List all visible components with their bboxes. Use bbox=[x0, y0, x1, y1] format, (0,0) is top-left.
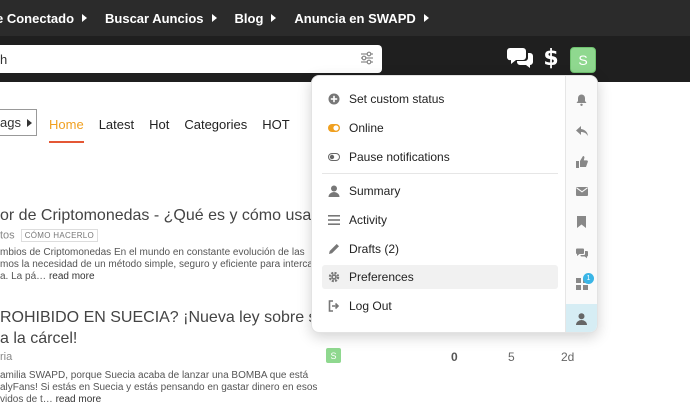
tab-hot[interactable]: Hot bbox=[149, 109, 169, 143]
menu-item-log-out[interactable]: Log Out bbox=[322, 294, 558, 318]
menu-item-label: Activity bbox=[349, 213, 388, 227]
nav-item-blog[interactable]: Blog bbox=[235, 11, 287, 26]
plus-circle-icon bbox=[328, 93, 340, 105]
topic-views: 5 bbox=[508, 350, 515, 364]
nav-item-anuncia[interactable]: Anuncia en SWAPD bbox=[294, 11, 438, 26]
excerpt-line: amilia SWAPD, porque Suecia acaba de lan… bbox=[0, 370, 309, 381]
dollar-icon[interactable]: $ bbox=[543, 44, 559, 70]
pencil-icon bbox=[328, 243, 340, 255]
menu-item-label: Set custom status bbox=[349, 92, 445, 106]
topic-title-line[interactable]: ROHIBIDO EN SUECIA? ¡Nueva ley sobre sex… bbox=[0, 309, 342, 327]
nav-item-label: Blog bbox=[234, 10, 264, 26]
notification-count-badge: 1 bbox=[583, 273, 594, 284]
menu-item-label: Online bbox=[349, 121, 384, 135]
list-icon bbox=[328, 214, 340, 226]
nav-item-label: Anuncia en SWAPD bbox=[294, 10, 416, 26]
envelope-icon[interactable] bbox=[575, 185, 588, 198]
topic-excerpt: mbios de Criptomonedas En el mundo en co… bbox=[0, 247, 338, 283]
tab-latest[interactable]: Latest bbox=[99, 109, 134, 143]
caret-right-icon bbox=[211, 14, 217, 22]
tags-dropdown[interactable]: ags bbox=[0, 109, 37, 136]
avatar-letter: S bbox=[578, 52, 588, 68]
search-input-value: h bbox=[0, 51, 8, 67]
tab-home[interactable]: Home bbox=[49, 109, 84, 143]
read-more-link[interactable]: read more bbox=[49, 271, 95, 282]
menu-item-drafts[interactable]: Drafts (2) bbox=[322, 237, 558, 261]
nav-item-conectado[interactable]: e Conectado bbox=[0, 11, 97, 26]
bell-icon[interactable] bbox=[575, 93, 588, 106]
caret-right-icon bbox=[82, 14, 88, 22]
bookmark-icon[interactable] bbox=[575, 215, 588, 228]
menu-item-set-custom-status[interactable]: Set custom status bbox=[322, 87, 558, 111]
user-avatar-button[interactable]: S bbox=[570, 47, 596, 73]
nav-item-label: Buscar Auncios bbox=[105, 10, 204, 26]
tab-categories[interactable]: Categories bbox=[184, 109, 247, 143]
menu-item-label: Summary bbox=[349, 184, 401, 198]
topic-excerpt: amilia SWAPD, porque Suecia acaba de lan… bbox=[0, 370, 317, 404]
tab-label: Latest bbox=[98, 117, 135, 132]
menu-item-summary[interactable]: Summary bbox=[322, 179, 558, 203]
tags-dropdown-label: ags bbox=[0, 115, 21, 130]
excerpt-line: a. La pá… bbox=[0, 271, 47, 282]
user-menu: Set custom status Online Pause notificat… bbox=[311, 75, 598, 333]
menu-item-pause-notifications[interactable]: Pause notifications bbox=[322, 145, 558, 169]
nav-item-buscar-auncios[interactable]: Buscar Auncios bbox=[105, 11, 227, 26]
reply-icon[interactable] bbox=[575, 124, 588, 137]
menu-item-label: Log Out bbox=[349, 299, 392, 313]
search-input[interactable]: h bbox=[0, 45, 382, 73]
menu-item-preferences[interactable]: Preferences bbox=[322, 265, 558, 289]
poster-avatar-letter: S bbox=[330, 350, 337, 361]
toggle-off-icon bbox=[328, 151, 340, 163]
topic-title[interactable]: or de Criptomonedas - ¿Qué es y cómo usa… bbox=[0, 207, 338, 225]
topic-tabs: Home Latest Hot Categories HOT bbox=[49, 109, 305, 143]
menu-item-label: Drafts (2) bbox=[349, 242, 400, 256]
menu-item-online[interactable]: Online bbox=[322, 116, 558, 140]
top-navigation: e Conectado Buscar Auncios Blog Anuncia … bbox=[0, 0, 690, 36]
user-icon[interactable] bbox=[575, 312, 588, 325]
topic-tag[interactable]: CÓMO HACERLO bbox=[20, 229, 99, 242]
topic-category: tos CÓMO HACERLO bbox=[0, 229, 99, 242]
sign-out-icon bbox=[328, 300, 340, 312]
badge-count: 1 bbox=[586, 275, 591, 282]
excerpt-line: vidos de t… bbox=[0, 394, 53, 404]
thumbs-up-icon[interactable] bbox=[575, 155, 588, 168]
topic-activity[interactable]: 2d bbox=[561, 350, 574, 364]
svg-text:$: $ bbox=[543, 46, 558, 70]
chat-icon[interactable] bbox=[575, 247, 588, 260]
topic-replies: 0 bbox=[451, 350, 458, 364]
poster-avatar[interactable]: S bbox=[326, 348, 341, 363]
chat-icon[interactable] bbox=[507, 45, 535, 69]
menu-item-label: Pause notifications bbox=[349, 150, 450, 164]
topic-category[interactable]: ria bbox=[0, 351, 12, 363]
excerpt-line: alyFans! Si estás en Suecia y estás pens… bbox=[0, 382, 318, 393]
excerpt-line: mbios de Criptomonedas En el mundo en co… bbox=[0, 247, 305, 258]
user-menu-panel: Set custom status Online Pause notificat… bbox=[312, 76, 566, 332]
caret-right-icon bbox=[26, 118, 32, 127]
excerpt-line: mos la necesidad de un método simple, se… bbox=[0, 259, 338, 270]
user-icon bbox=[328, 185, 340, 197]
caret-right-icon bbox=[271, 14, 277, 22]
tab-label: Hot bbox=[149, 117, 170, 132]
category-label[interactable]: tos bbox=[0, 229, 15, 241]
nav-item-label: e Conectado bbox=[0, 10, 75, 26]
tab-label: HOT bbox=[262, 117, 290, 132]
topic-title-line[interactable]: a la cárcel! bbox=[0, 330, 77, 348]
menu-item-activity[interactable]: Activity bbox=[322, 208, 558, 232]
tab-label: Home bbox=[49, 117, 84, 132]
menu-item-label: Preferences bbox=[349, 270, 414, 284]
read-more-link[interactable]: read more bbox=[56, 394, 102, 404]
search-filter-icon[interactable] bbox=[360, 51, 374, 65]
toggle-on-icon bbox=[328, 122, 340, 134]
menu-divider bbox=[322, 173, 558, 174]
tab-hot-caps[interactable]: HOT bbox=[262, 109, 289, 143]
user-menu-tabs bbox=[565, 76, 597, 332]
gear-icon bbox=[328, 271, 340, 283]
caret-right-icon bbox=[423, 14, 429, 22]
tab-label: Categories bbox=[184, 117, 248, 132]
